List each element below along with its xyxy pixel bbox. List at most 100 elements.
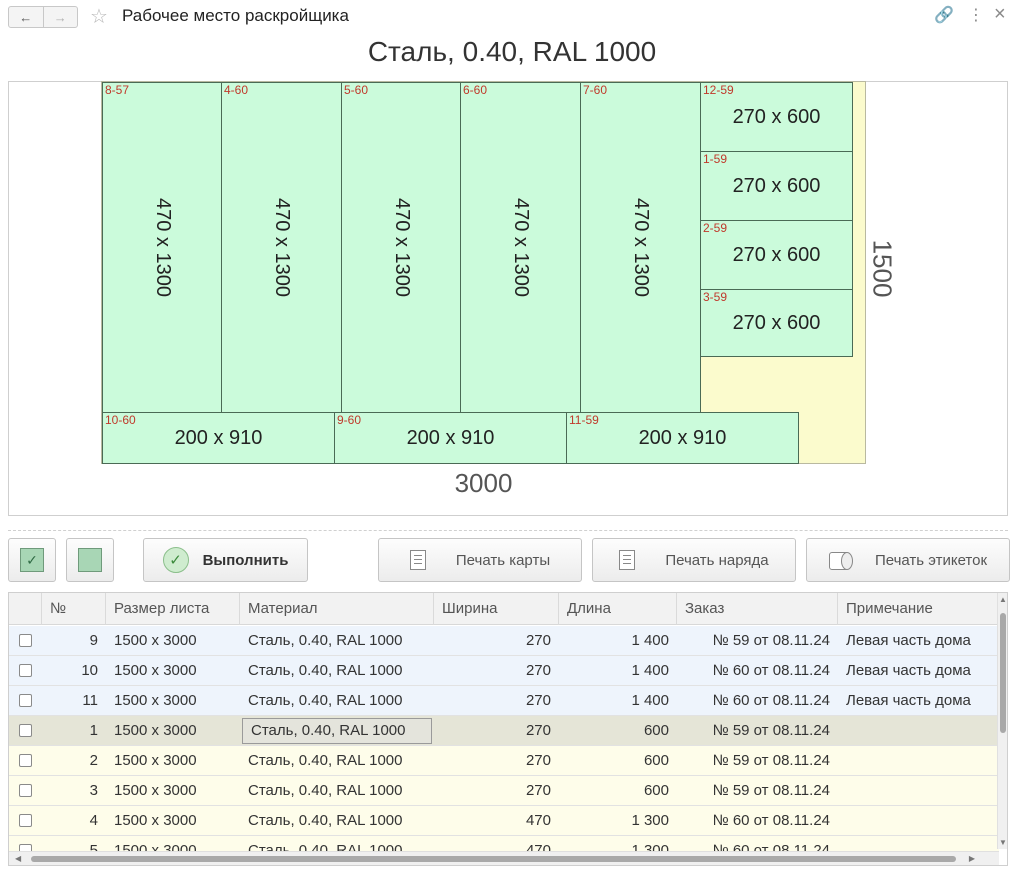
column-header-number[interactable]: №: [42, 593, 106, 625]
cut-piece[interactable]: 1-59 270 x 600: [700, 151, 853, 221]
cell-order: № 59 от 08.11.24: [712, 752, 830, 769]
column-header-sheet-size[interactable]: Размер листа: [106, 593, 240, 625]
piece-dimensions: 270 x 600: [732, 174, 821, 197]
print-labels-label: Печать этикеток: [874, 551, 988, 569]
column-header-length[interactable]: Длина: [559, 593, 677, 625]
row-checkbox[interactable]: [19, 634, 32, 647]
execute-label: Выполнить: [202, 551, 289, 569]
cell-length: 1 400: [631, 632, 669, 649]
piece-dimensions: 470 x 1300: [151, 198, 174, 297]
table-row[interactable]: 4 1500 x 3000 Сталь, 0.40, RAL 1000 470 …: [9, 806, 999, 836]
cell-sheet-size: 1500 x 3000: [114, 632, 197, 649]
forward-button[interactable]: →: [42, 7, 78, 27]
horizontal-scrollbar[interactable]: ◀ ▶: [9, 851, 999, 865]
link-icon[interactable]: 🔗: [934, 5, 954, 25]
scroll-right-icon[interactable]: ▶: [969, 854, 975, 863]
cell-width: 270: [525, 692, 551, 709]
print-order-label: Печать наряда: [665, 551, 769, 569]
cell-material-focused[interactable]: Сталь, 0.40, RAL 1000: [242, 718, 432, 744]
sheet-height-label: 1500: [867, 239, 898, 297]
row-checkbox[interactable]: [19, 694, 32, 707]
sheet-width-label: 3000: [454, 468, 513, 498]
checkbox-column-header[interactable]: [9, 593, 42, 625]
cell-length: 1 400: [631, 692, 669, 709]
table-row[interactable]: 11 1500 x 3000 Сталь, 0.40, RAL 1000 270…: [9, 686, 999, 716]
deselect-all-button[interactable]: [66, 538, 114, 582]
cut-piece[interactable]: 11-59 200 x 910: [566, 412, 799, 464]
cut-piece[interactable]: 4-60 470 x 1300: [221, 82, 342, 413]
row-checkbox[interactable]: [19, 724, 32, 737]
cut-piece[interactable]: 3-59 270 x 600: [700, 289, 853, 357]
back-button[interactable]: ←: [9, 7, 43, 27]
cut-piece[interactable]: 6-60 470 x 1300: [460, 82, 581, 413]
table-row[interactable]: 3 1500 x 3000 Сталь, 0.40, RAL 1000 270 …: [9, 776, 999, 806]
cell-sheet-size: 1500 x 3000: [114, 782, 197, 799]
cut-piece[interactable]: 10-60 200 x 910: [102, 412, 335, 464]
row-checkbox[interactable]: [19, 784, 32, 797]
sheet: 8-57 470 x 1300 4-60 470 x 1300 5-60 470…: [101, 81, 866, 464]
column-header-material[interactable]: Материал: [240, 593, 434, 625]
cell-note: [838, 716, 999, 746]
cell-order: № 60 от 08.11.24: [712, 662, 830, 679]
cut-piece[interactable]: 2-59 270 x 600: [700, 220, 853, 290]
cell-width: 270: [525, 752, 551, 769]
row-checkbox[interactable]: [19, 664, 32, 677]
row-checkbox[interactable]: [19, 754, 32, 767]
cell-length: 1 300: [631, 812, 669, 829]
cell-note: [838, 776, 999, 806]
more-menu-icon[interactable]: ⋮: [968, 5, 984, 25]
splitter[interactable]: [8, 530, 1008, 531]
print-map-button[interactable]: Печать карты: [378, 538, 582, 582]
cell-order: № 60 от 08.11.24: [712, 692, 830, 709]
cell-material: Сталь, 0.40, RAL 1000: [248, 632, 403, 649]
cut-piece[interactable]: 7-60 470 x 1300: [580, 82, 701, 413]
piece-dimensions: 270 x 600: [732, 243, 821, 266]
table-row[interactable]: 10 1500 x 3000 Сталь, 0.40, RAL 1000 270…: [9, 656, 999, 686]
checkmark-icon: ✓: [20, 548, 44, 572]
cell-width: 470: [525, 812, 551, 829]
piece-dimensions: 470 x 1300: [390, 198, 413, 297]
cell-material: Сталь, 0.40, RAL 1000: [248, 812, 403, 829]
cut-piece[interactable]: 9-60 200 x 910: [334, 412, 567, 464]
arrow-left-icon: ←: [19, 9, 33, 25]
cell-sheet-size: 1500 x 3000: [114, 812, 197, 829]
cell-note: Левая часть дома: [846, 692, 971, 709]
cell-material: Сталь, 0.40, RAL 1000: [248, 662, 403, 679]
scroll-left-icon[interactable]: ◀: [15, 854, 21, 863]
select-all-button[interactable]: ✓: [8, 538, 56, 582]
cut-piece[interactable]: 12-59 270 x 600: [700, 82, 853, 152]
cell-order: № 60 от 08.11.24: [712, 812, 830, 829]
vertical-scroll-thumb[interactable]: [1000, 613, 1006, 733]
cell-order: № 59 от 08.11.24: [712, 632, 830, 649]
row-checkbox[interactable]: [19, 814, 32, 827]
cut-piece[interactable]: 5-60 470 x 1300: [341, 82, 461, 413]
favorite-star-icon[interactable]: ☆: [90, 4, 108, 29]
piece-dimensions: 270 x 600: [732, 311, 821, 334]
material-heading: Сталь, 0.40, RAL 1000: [367, 36, 657, 67]
piece-dimensions: 270 x 600: [732, 105, 821, 128]
column-header-order[interactable]: Заказ: [677, 593, 838, 625]
print-labels-button[interactable]: Печать этикеток: [806, 538, 1010, 582]
close-icon[interactable]: ×: [994, 3, 1006, 26]
label-roll-icon: [828, 550, 853, 570]
cell-note: Левая часть дома: [846, 632, 971, 649]
table-row[interactable]: 2 1500 x 3000 Сталь, 0.40, RAL 1000 270 …: [9, 746, 999, 776]
horizontal-scroll-thumb[interactable]: [31, 856, 956, 862]
cut-piece[interactable]: 8-57 470 x 1300: [102, 82, 222, 413]
cell-order: № 59 от 08.11.24: [712, 722, 830, 739]
vertical-scrollbar[interactable]: ▲ ▼: [997, 593, 1007, 849]
column-header-note[interactable]: Примечание: [838, 593, 999, 625]
execute-button[interactable]: ✓ Выполнить: [143, 538, 308, 582]
cell-width: 270: [525, 662, 551, 679]
table-row[interactable]: 9 1500 x 3000 Сталь, 0.40, RAL 1000 270 …: [9, 626, 999, 656]
cell-number: 3: [89, 782, 98, 799]
cell-width: 270: [525, 782, 551, 799]
column-header-width[interactable]: Ширина: [434, 593, 559, 625]
table-header: № Размер листа Материал Ширина Длина Зак…: [9, 593, 999, 625]
pieces-table: № Размер листа Материал Ширина Длина Зак…: [8, 592, 1008, 866]
piece-dimensions: 200 x 910: [638, 426, 727, 449]
scroll-up-icon[interactable]: ▲: [999, 595, 1007, 604]
scroll-down-icon[interactable]: ▼: [999, 838, 1007, 847]
print-order-button[interactable]: Печать наряда: [592, 538, 796, 582]
table-row-selected[interactable]: 1 1500 x 3000 Сталь, 0.40, RAL 1000 270 …: [9, 716, 999, 746]
